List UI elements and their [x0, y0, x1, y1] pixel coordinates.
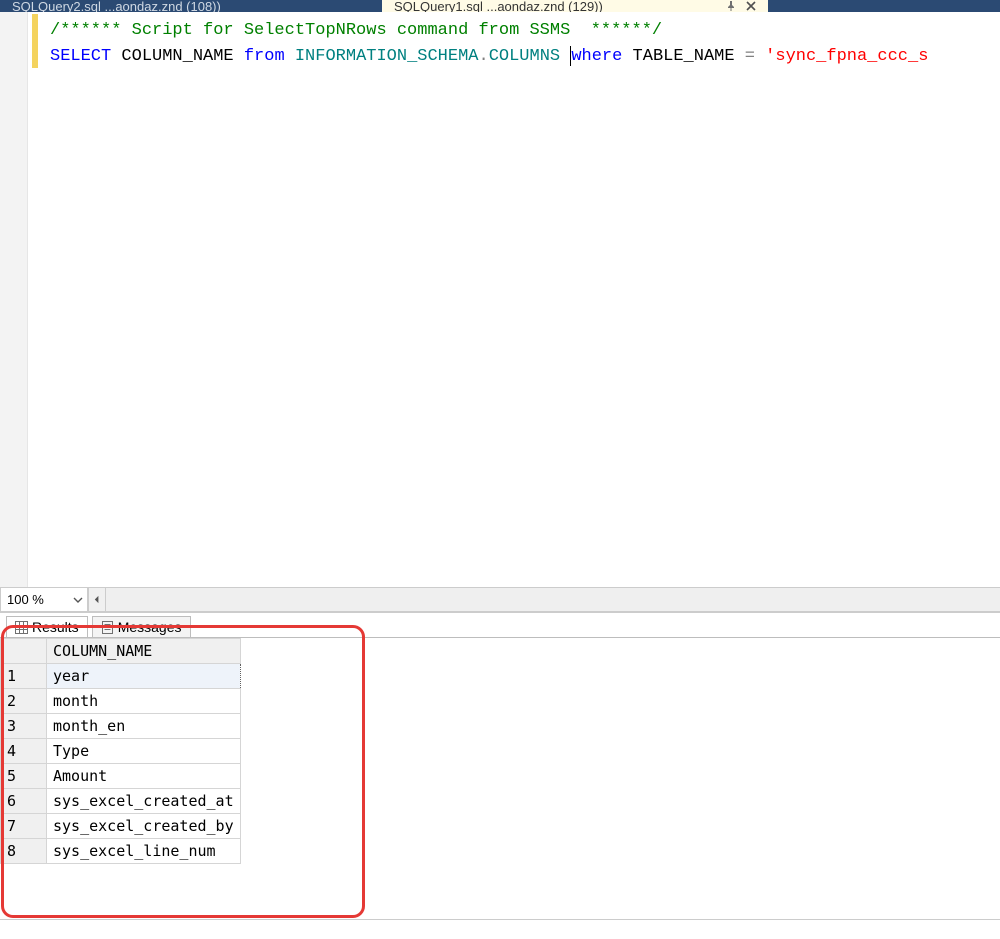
row-number[interactable]: 1 [1, 664, 47, 689]
results-grid-container: COLUMN_NAME 1 year 2 month 3 month_en [0, 637, 1000, 919]
table-row[interactable]: 8 sys_excel_line_num [1, 839, 241, 864]
kw-from: from [244, 47, 285, 66]
results-footer [0, 919, 1000, 939]
results-tabstrip: Results Messages [0, 613, 1000, 637]
row-number[interactable]: 4 [1, 739, 47, 764]
editor-tab-inactive[interactable]: SQLQuery2.sql ...aondaz.znd (108)) [0, 0, 382, 12]
messages-tab[interactable]: Messages [92, 616, 191, 637]
editor-tabstrip: SQLQuery2.sql ...aondaz.znd (108)) SQLQu… [0, 0, 1000, 12]
kw-select: SELECT [50, 47, 111, 66]
cell-value[interactable]: year [47, 664, 241, 689]
zoom-dropdown[interactable]: 100 % [0, 588, 88, 612]
row-number[interactable]: 8 [1, 839, 47, 864]
column-header[interactable]: COLUMN_NAME [47, 639, 241, 664]
pin-icon[interactable] [724, 0, 738, 12]
editor-tab-active[interactable]: SQLQuery1.sql ...aondaz.znd (129)) [382, 0, 768, 12]
table-row[interactable]: 6 sys_excel_created_at [1, 789, 241, 814]
editor-change-markers [28, 12, 42, 587]
table-row[interactable]: 4 Type [1, 739, 241, 764]
table-row[interactable]: 2 month [1, 689, 241, 714]
results-tab[interactable]: Results [6, 616, 88, 637]
editor-gutter [0, 12, 28, 587]
cell-value[interactable]: Amount [47, 764, 241, 789]
table-row[interactable]: 7 sys_excel_created_by [1, 814, 241, 839]
zoom-value: 100 % [7, 592, 44, 607]
cell-value[interactable]: month_en [47, 714, 241, 739]
row-number-header[interactable] [1, 639, 47, 664]
cell-value[interactable]: sys_excel_line_num [47, 839, 241, 864]
chevron-down-icon [73, 595, 83, 605]
scroll-left-button[interactable] [88, 588, 106, 612]
cell-value[interactable]: Type [47, 739, 241, 764]
horizontal-scrollbar[interactable] [88, 588, 1000, 612]
table-row[interactable]: 5 Amount [1, 764, 241, 789]
table-row[interactable]: 1 year [1, 664, 241, 689]
row-number[interactable]: 3 [1, 714, 47, 739]
row-number[interactable]: 5 [1, 764, 47, 789]
tab-label: SQLQuery2.sql ...aondaz.znd (108)) [12, 0, 221, 12]
row-number[interactable]: 6 [1, 789, 47, 814]
editor-zoom-bar: 100 % [0, 587, 1000, 612]
results-tab-label: Results [32, 619, 79, 635]
kw-where: where [571, 47, 622, 66]
scroll-track[interactable] [106, 588, 1000, 612]
row-number[interactable]: 2 [1, 689, 47, 714]
row-number[interactable]: 7 [1, 814, 47, 839]
grid-icon [15, 621, 28, 634]
cell-value[interactable]: sys_excel_created_by [47, 814, 241, 839]
tabstrip-remainder [768, 0, 1000, 12]
code-area[interactable]: /****** Script for SelectTopNRows comman… [42, 12, 1000, 587]
messages-tab-label: Messages [118, 619, 182, 635]
close-icon[interactable] [744, 0, 758, 12]
cell-value[interactable]: sys_excel_created_at [47, 789, 241, 814]
document-icon [101, 621, 114, 634]
sql-editor[interactable]: /****** Script for SelectTopNRows comman… [0, 12, 1000, 587]
results-panel: Results Messages COLUMN_NAME [0, 612, 1000, 939]
table-row[interactable]: 3 month_en [1, 714, 241, 739]
results-grid[interactable]: COLUMN_NAME 1 year 2 month 3 month_en [0, 638, 241, 864]
tab-label: SQLQuery1.sql ...aondaz.znd (129)) [394, 0, 603, 12]
code-comment: /****** Script for SelectTopNRows comman… [50, 21, 662, 40]
cell-value[interactable]: month [47, 689, 241, 714]
